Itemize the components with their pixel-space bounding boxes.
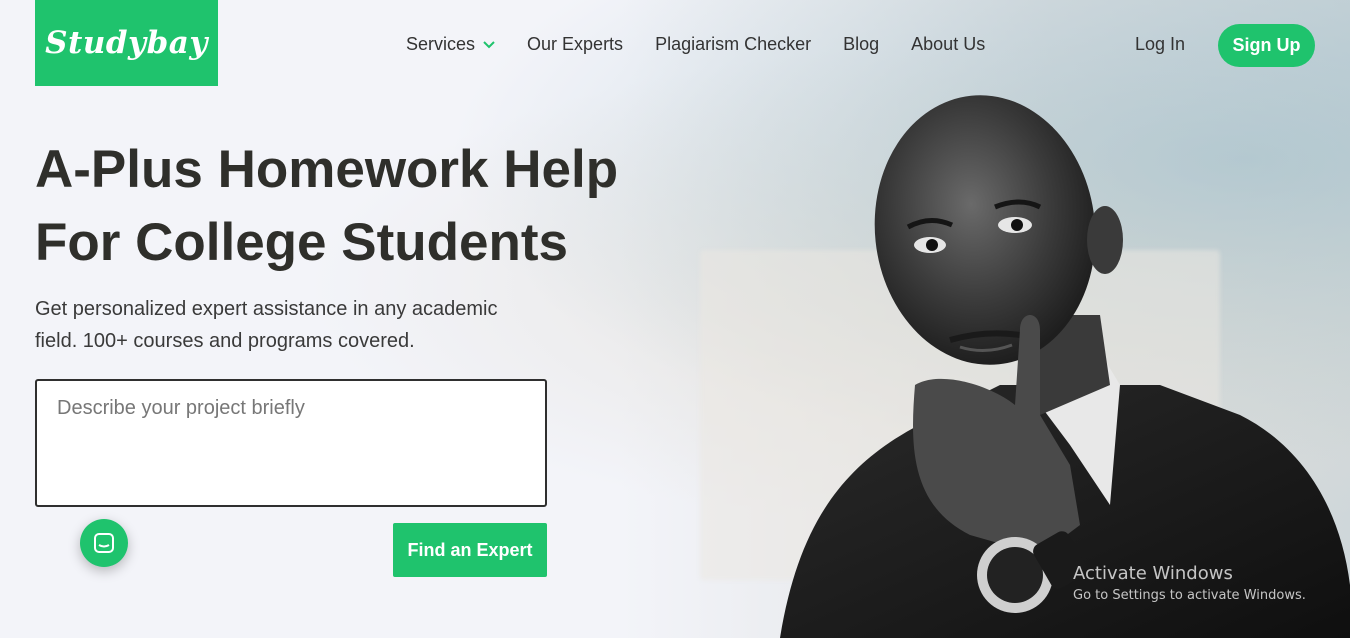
chat-icon [94, 533, 114, 553]
project-description-input[interactable] [35, 379, 547, 507]
nav-item-our-experts[interactable]: Our Experts [527, 34, 623, 55]
nav-item-plagiarism-checker[interactable]: Plagiarism Checker [655, 34, 811, 55]
nav-item-label: About Us [911, 34, 986, 54]
portrait-image [780, 95, 1350, 638]
nav-item-label: Our Experts [527, 34, 624, 54]
logo-text: Studybay [45, 25, 208, 61]
nav-item-blog[interactable]: Blog [843, 34, 879, 55]
chevron-down-icon [483, 40, 495, 48]
studybay-logo[interactable]: Studybay [35, 0, 218, 86]
activate-windows-watermark: Activate Windows Go to Settings to activ… [1073, 563, 1306, 603]
headline-line-2: For College Students [35, 213, 568, 272]
signup-button[interactable]: Sign Up [1218, 24, 1315, 67]
watermark-subtitle: Go to Settings to activate Windows. [1073, 588, 1306, 603]
nav-item-label: Services [406, 34, 476, 54]
hero-headline: A-Plus Homework Help For College Student… [35, 133, 715, 279]
chat-button[interactable] [80, 519, 128, 567]
hero-subtitle: Get personalized expert assistance in an… [35, 298, 498, 352]
headline-line-1: A-Plus Homework Help [35, 140, 619, 199]
login-link[interactable]: Log In [1135, 34, 1185, 55]
watermark-title: Activate Windows [1073, 563, 1233, 584]
main-nav: Services Our Experts Plagiarism Checker … [406, 34, 1017, 55]
nav-item-about-us[interactable]: About Us [911, 34, 985, 55]
nav-item-services[interactable]: Services [406, 34, 495, 55]
nav-item-label: Blog [843, 34, 880, 54]
find-expert-button[interactable]: Find an Expert [393, 523, 547, 577]
nav-item-label: Plagiarism Checker [655, 34, 812, 54]
